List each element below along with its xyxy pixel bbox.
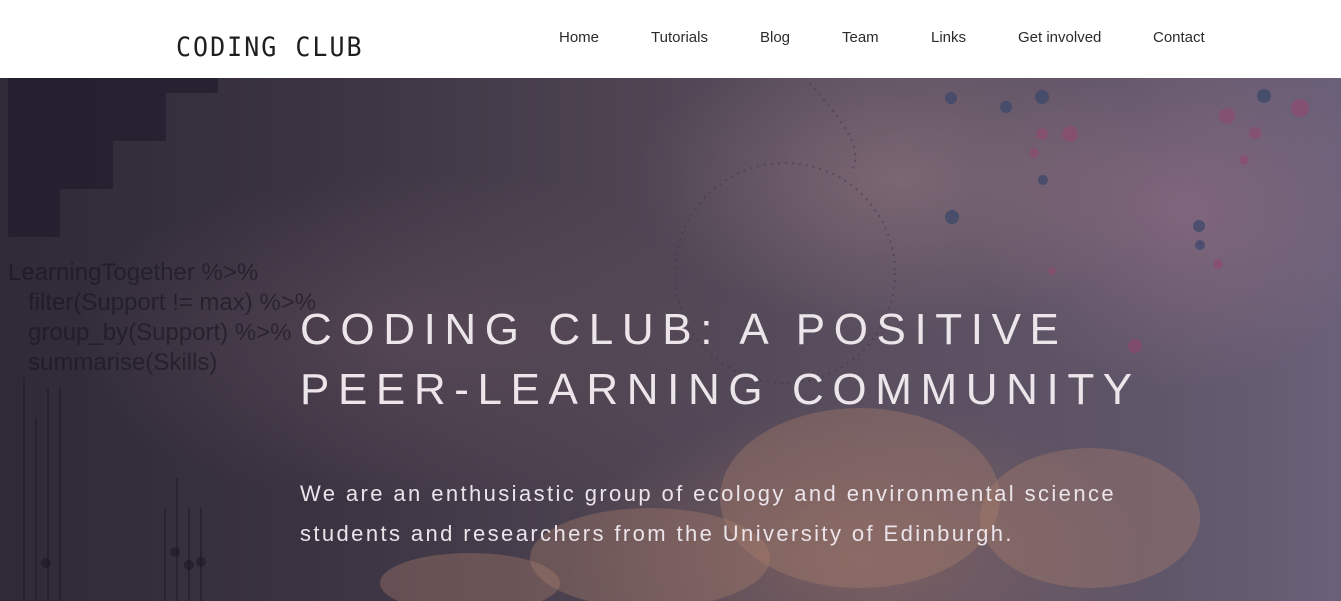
nav-links-link[interactable]: Links (931, 29, 966, 46)
nav-home-link[interactable]: Home (559, 29, 599, 46)
hero-title-line: PEER-LEARNING COMMUNITY (300, 365, 1141, 414)
code-line: LearningTogether %>% (8, 259, 259, 286)
hero-banner: LearningTogether %>% filter(Support != m… (0, 78, 1341, 601)
hero-title: CODING CLUB: A POSITIVE PEER-LEARNING CO… (300, 300, 1300, 420)
main-nav: Home Tutorials Blog Team Links Get invol… (0, 29, 1341, 49)
code-line: group_by(Support) %>% (8, 319, 292, 346)
hero-subtitle-line: We are an enthusiastic group of ecology … (300, 481, 1116, 506)
hero-subtitle-line: students and researchers from the Univer… (300, 521, 1014, 546)
nav-get-involved-link[interactable]: Get involved (1018, 29, 1101, 46)
hero-title-line: CODING CLUB: A POSITIVE (300, 305, 1068, 354)
background-code-snippet: LearningTogether %>% filter(Support != m… (8, 258, 316, 378)
code-line: filter(Support != max) %>% (8, 289, 317, 316)
nav-tutorials-link[interactable]: Tutorials (651, 29, 708, 46)
hero-subtitle: We are an enthusiastic group of ecology … (300, 474, 1260, 554)
nav-blog-link[interactable]: Blog (760, 29, 790, 46)
nav-contact-link[interactable]: Contact (1153, 29, 1205, 46)
site-header: CODING CLUB Home Tutorials Blog Team Lin… (0, 0, 1341, 78)
nav-team-link[interactable]: Team (842, 29, 879, 46)
code-line: summarise(Skills) (8, 349, 218, 376)
